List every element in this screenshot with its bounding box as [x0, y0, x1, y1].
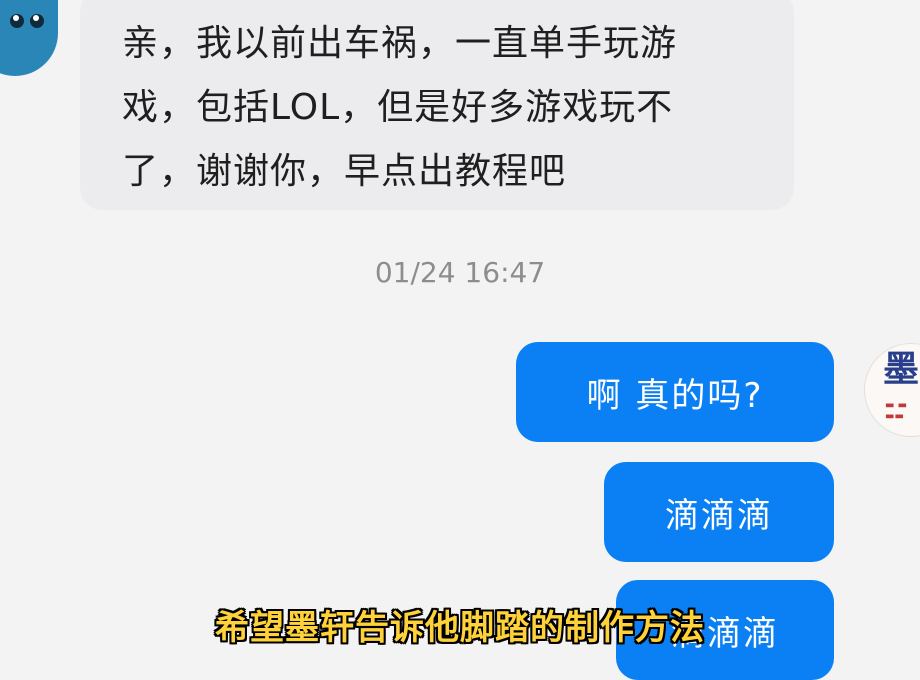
- message-text: 滴滴滴: [665, 495, 773, 536]
- avatar-eye-shine: [33, 15, 39, 21]
- outgoing-message-bubble[interactable]: 滴滴滴: [604, 462, 834, 562]
- message-line: 戏，包括LOL，但是好多游戏玩不: [122, 87, 674, 128]
- user-avatar[interactable]: 墨 ▬ ▬ ▬▬: [864, 343, 920, 437]
- video-subtitle: 希望墨轩告诉他脚踏的制作方法: [215, 608, 705, 648]
- incoming-message-bubble[interactable]: 亲，我以前出车祸，一直单手玩游 戏，包括LOL，但是好多游戏玩不 了，谢谢你，早…: [80, 0, 794, 210]
- message-line: 亲，我以前出车祸，一直单手玩游: [122, 23, 678, 64]
- brand-logo-icon: 墨: [883, 349, 920, 390]
- message-text: 啊 真的吗?: [586, 375, 764, 416]
- avatar-eye-shine: [13, 15, 19, 21]
- brand-logo-mark: ▬ ▬ ▬▬: [885, 400, 908, 422]
- message-line: 了，谢谢你，早点出教程吧: [122, 151, 567, 192]
- chat-screen: { "incoming_message": { "lines": [ "亲，我以…: [0, 0, 920, 680]
- contact-avatar[interactable]: [0, 0, 58, 76]
- outgoing-message-bubble[interactable]: 啊 真的吗?: [516, 342, 834, 442]
- message-timestamp: 01/24 16:47: [374, 256, 546, 289]
